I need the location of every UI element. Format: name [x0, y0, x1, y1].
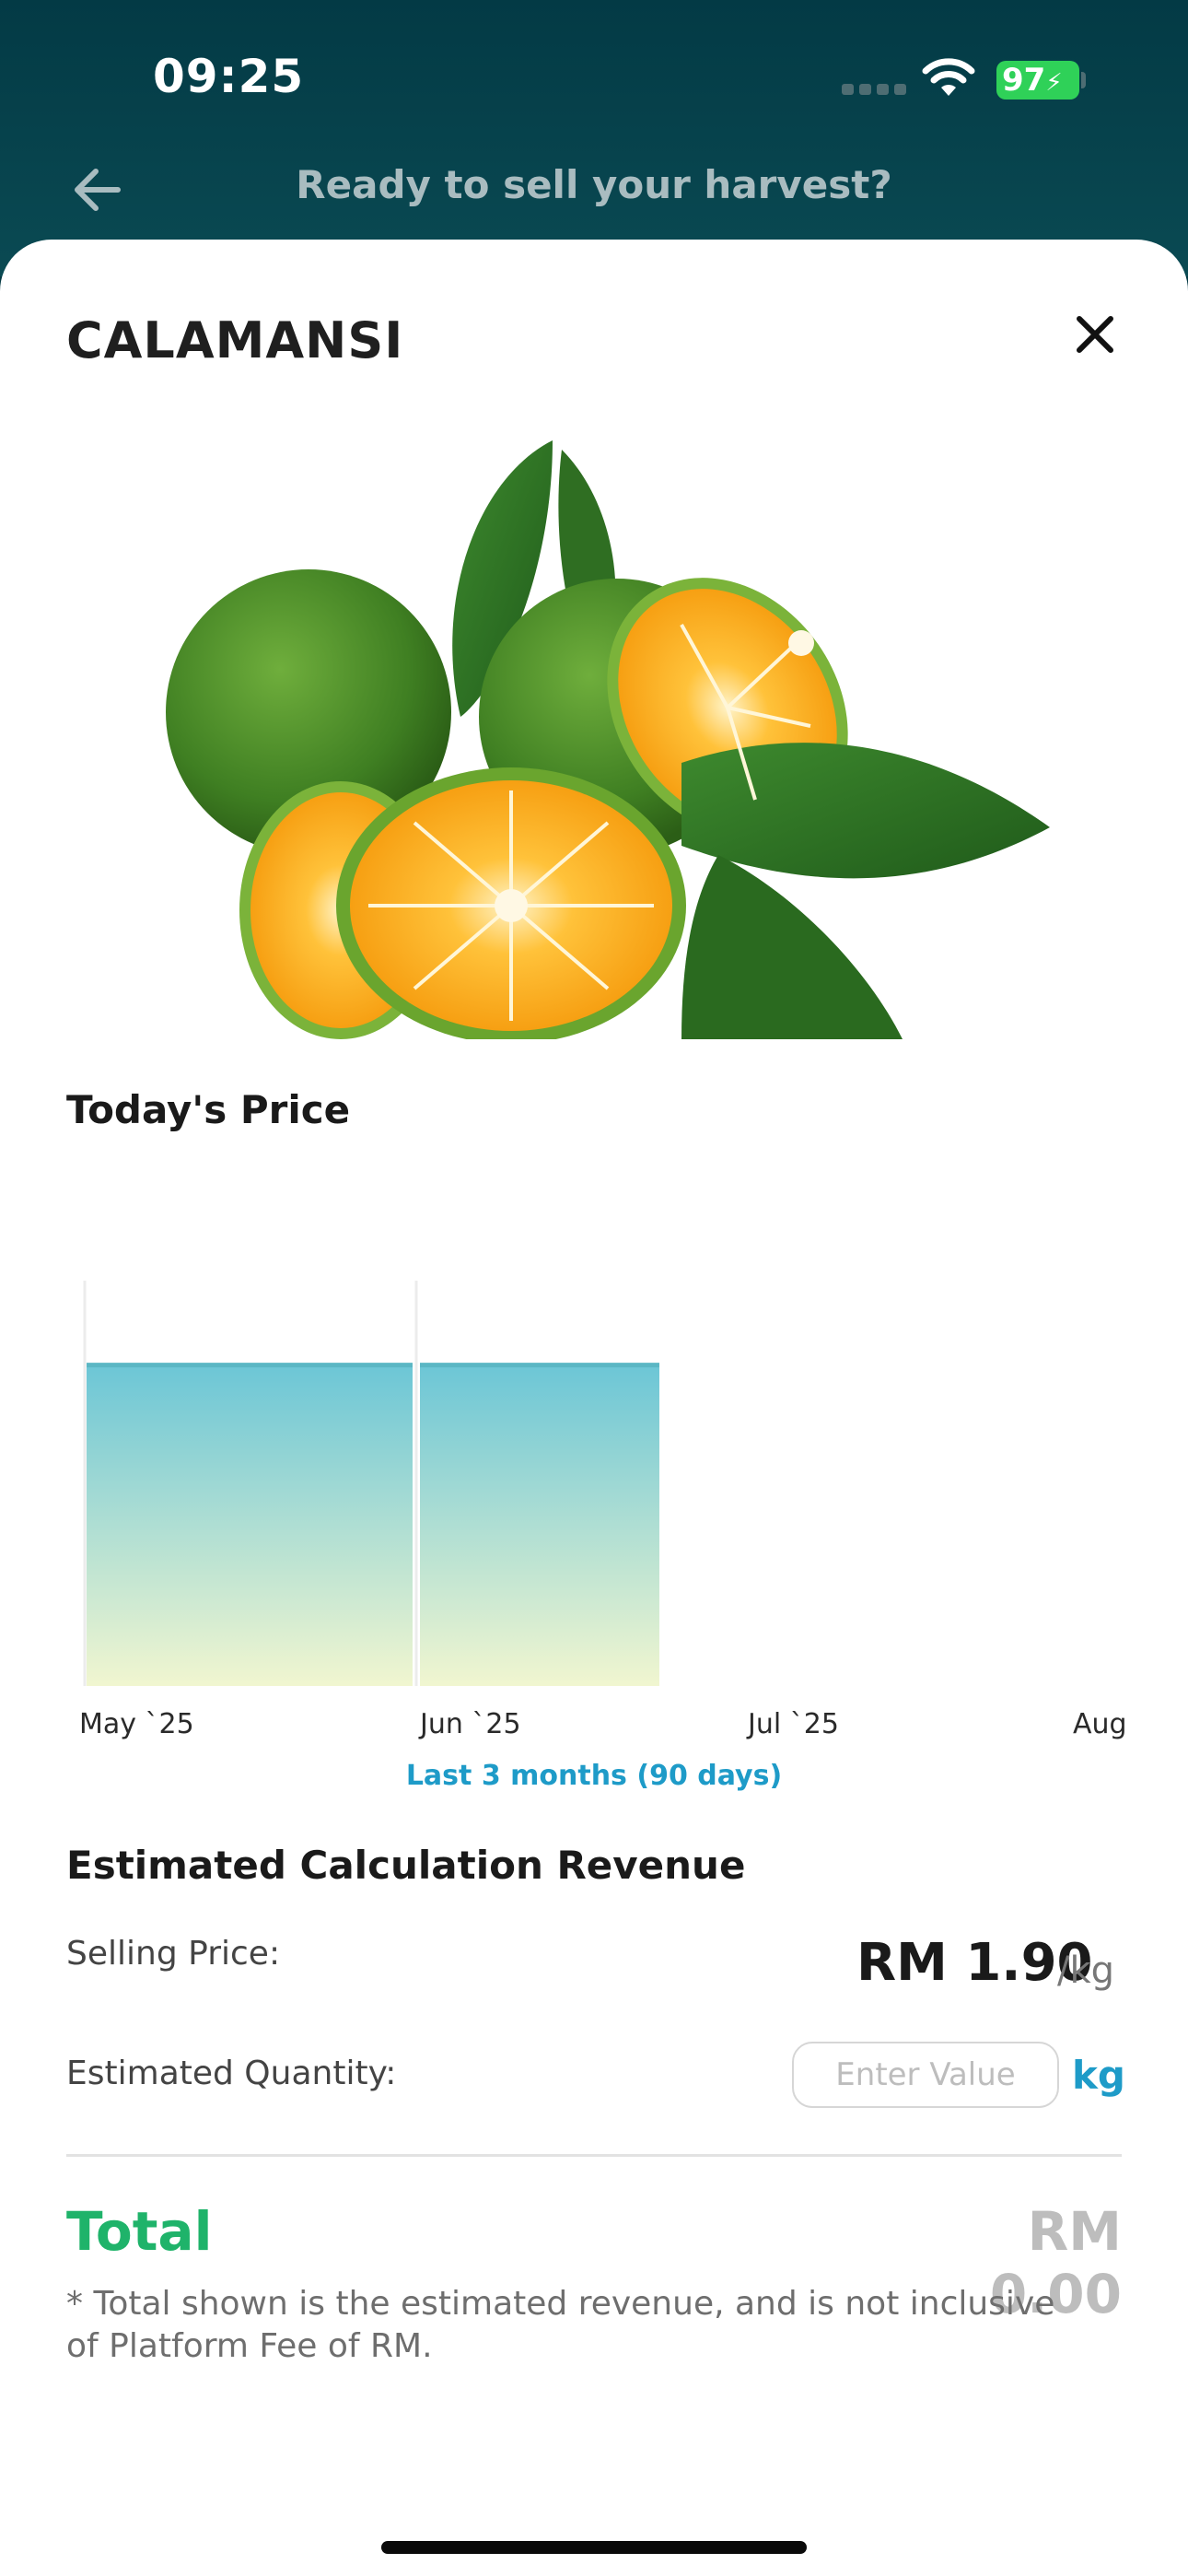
chart-range-label: Last 3 months (90 days): [405, 1760, 783, 1792]
header-bar: [0, 0, 1188, 276]
quantity-input[interactable]: [792, 2042, 1059, 2108]
selling-price-unit: /kg: [1057, 1950, 1115, 1992]
quantity-unit: kg: [1072, 2053, 1125, 2098]
x-tick-label: Jul `25: [748, 1708, 839, 1740]
quantity-label: Estimated Quantity:: [66, 2055, 397, 2092]
x-tick-label: May `25: [79, 1708, 194, 1740]
product-name: CALAMANSI: [66, 311, 404, 369]
calamansi-product-image: [166, 440, 1050, 1039]
total-label: Total: [66, 2200, 213, 2263]
selling-price-label: Selling Price:: [66, 1935, 281, 1973]
wifi-icon: [922, 58, 975, 96]
home-indicator[interactable]: [381, 2541, 807, 2554]
header-title: Ready to sell your harvest?: [296, 162, 892, 207]
x-tick-label: Aug: [1073, 1708, 1127, 1740]
battery-level: 97: [1002, 62, 1046, 99]
price-area-segment: [87, 1364, 413, 1686]
todays-price-title: Today's Price: [66, 1087, 351, 1132]
divider: [66, 2154, 1122, 2157]
cellular-signal-icon: [842, 84, 906, 95]
estimate-title: Estimated Calculation Revenue: [66, 1843, 746, 1888]
status-time: 09:25: [153, 50, 305, 103]
disclaimer-note: * Total shown is the estimated revenue, …: [66, 2285, 1055, 2365]
x-tick-label: Jun `25: [420, 1708, 521, 1740]
battery-indicator: 97⚡: [996, 61, 1079, 100]
close-icon[interactable]: [1068, 308, 1122, 361]
battery-cap: [1081, 72, 1086, 88]
price-area-segment: [420, 1364, 659, 1686]
charging-icon: ⚡: [1045, 69, 1063, 97]
price-history-chart: [83, 1281, 659, 1686]
